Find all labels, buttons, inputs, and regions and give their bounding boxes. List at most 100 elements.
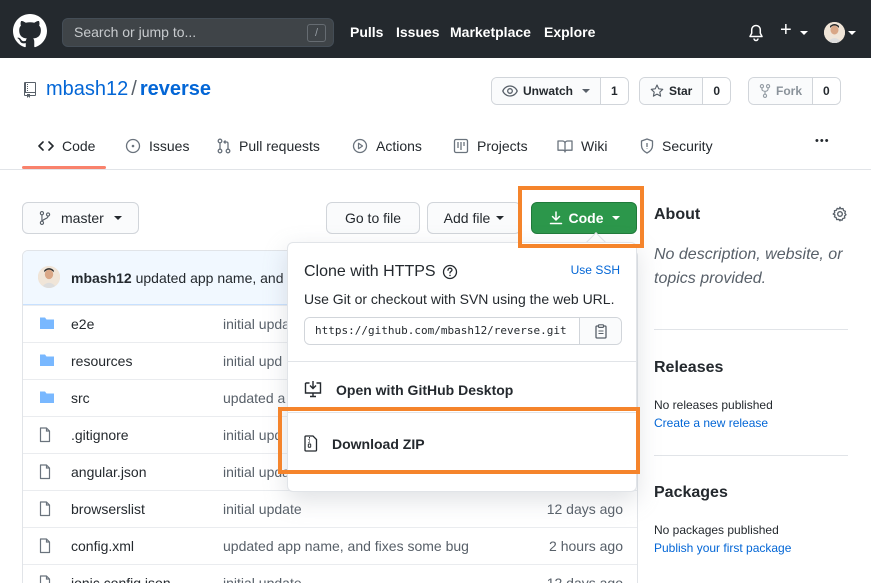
clone-url-value[interactable]: https://github.com/mbash12/reverse.git: [305, 318, 579, 344]
avatar-image: [38, 266, 60, 288]
new-caret-icon[interactable]: [800, 31, 808, 35]
file-name[interactable]: ionic.config.json: [71, 575, 171, 583]
file-name[interactable]: browserslist: [71, 501, 145, 517]
repo-name-link[interactable]: reverse: [140, 78, 211, 100]
star-button[interactable]: Star: [640, 78, 704, 104]
nav-pulls[interactable]: Pulls: [350, 24, 383, 40]
question-icon[interactable]: [442, 264, 458, 280]
folder-icon-wrap: [39, 353, 55, 370]
pull-request-icon: [217, 138, 231, 154]
tab-projects-label: Projects: [477, 138, 528, 154]
code-icon: [38, 141, 54, 151]
file-name[interactable]: .gitignore: [71, 427, 129, 443]
file-icon-wrap: [39, 575, 51, 583]
branch-icon: [39, 211, 51, 225]
file-commit-message[interactable]: initial update: [223, 575, 302, 583]
bell-icon[interactable]: [748, 24, 764, 42]
tab-actions-label: Actions: [376, 138, 422, 154]
gear-icon[interactable]: [832, 206, 848, 222]
tab-code[interactable]: Code: [38, 136, 95, 156]
file-commit-message[interactable]: initial update: [223, 501, 302, 517]
fork-count[interactable]: 0: [813, 78, 840, 104]
star-count[interactable]: 0: [703, 78, 731, 104]
watch-button[interactable]: Unwatch: [492, 78, 602, 104]
github-logo-icon[interactable]: [13, 14, 47, 48]
use-ssh-link[interactable]: Use SSH: [571, 263, 620, 277]
tab-issues[interactable]: Issues: [125, 136, 189, 156]
add-file-label: Add file: [443, 210, 491, 226]
user-avatar[interactable]: [824, 22, 845, 43]
tab-wiki[interactable]: Wiki: [557, 136, 607, 156]
dropdown-divider: [288, 361, 636, 362]
copy-url-button[interactable]: [579, 318, 621, 344]
star-icon: [650, 84, 664, 97]
file-commit-message[interactable]: initial upd: [223, 353, 282, 369]
releases-heading[interactable]: Releases: [654, 359, 723, 377]
tab-pull-requests[interactable]: Pull requests: [217, 136, 320, 156]
clone-title-text: Clone with HTTPS: [304, 263, 436, 280]
tab-security-label: Security: [662, 138, 713, 154]
play-icon: [352, 138, 368, 154]
watch-count[interactable]: 1: [601, 78, 628, 104]
file-name[interactable]: src: [71, 390, 90, 406]
file-row[interactable]: ionic.config.json initial update 12 days a…: [23, 564, 637, 583]
avatar-image: [824, 22, 845, 43]
tab-wiki-label: Wiki: [581, 138, 608, 154]
file-row[interactable]: browserslist initial update 12 days ago: [23, 490, 637, 527]
tab-projects[interactable]: Projects: [453, 136, 528, 156]
publish-package-link[interactable]: Publish your first package: [654, 541, 791, 555]
clone-url-field[interactable]: https://github.com/mbash12/reverse.git: [304, 317, 622, 345]
file-age: 12 days ago: [546, 501, 623, 517]
file-commit-message[interactable]: updated app name, and fixes some bug: [223, 538, 469, 554]
tab-code-label: Code: [62, 138, 96, 154]
tab-actions[interactable]: Actions: [352, 136, 422, 156]
commit-message[interactable]: updated app name, and f: [136, 270, 292, 286]
file-commit-message[interactable]: initial upda: [223, 316, 290, 332]
star-button-group: Star 0: [639, 77, 732, 105]
file-icon-wrap: [39, 501, 51, 520]
file-commit-message[interactable]: updated a: [223, 390, 285, 406]
more-tabs-icon[interactable]: •••: [815, 131, 830, 151]
eye-icon: [502, 85, 518, 97]
watch-caret-icon: [582, 89, 591, 93]
active-tab-indicator: [22, 166, 106, 169]
code-button-highlight: [518, 186, 644, 248]
go-to-file-button[interactable]: Go to file: [326, 202, 420, 234]
commit-author-avatar[interactable]: [38, 266, 60, 288]
project-board-icon: [453, 138, 469, 154]
commit-author[interactable]: mbash12: [71, 270, 132, 286]
go-to-file-label: Go to file: [344, 210, 402, 226]
file-name[interactable]: config.xml: [71, 538, 134, 554]
nav-issues[interactable]: Issues: [396, 24, 440, 40]
tab-issues-label: Issues: [149, 138, 190, 154]
branch-select-button[interactable]: master: [22, 202, 139, 234]
file-row[interactable]: config.xml updated app name, and fixes so…: [23, 527, 637, 564]
no-packages-text: No packages published: [654, 523, 779, 537]
search-shortcut-key: /: [307, 24, 326, 42]
file-icon: [39, 538, 51, 554]
repo-owner-link[interactable]: mbash12: [46, 78, 128, 100]
file-name[interactable]: angular.json: [71, 464, 147, 480]
search-input[interactable]: Search or jump to... /: [62, 18, 334, 47]
clipboard-icon: [594, 323, 607, 339]
add-file-button[interactable]: Add file: [427, 202, 521, 234]
file-commit-message[interactable]: initial upd: [223, 427, 282, 443]
user-caret-icon[interactable]: [848, 31, 856, 35]
file-icon-wrap: [39, 538, 51, 557]
folder-icon: [40, 391, 54, 403]
open-github-desktop-item[interactable]: Open with GitHub Desktop: [304, 381, 513, 398]
packages-heading[interactable]: Packages: [654, 484, 728, 502]
nav-marketplace[interactable]: Marketplace: [450, 24, 531, 40]
fork-icon: [759, 84, 771, 98]
repo-icon: [24, 82, 36, 98]
file-name[interactable]: e2e: [71, 316, 94, 332]
nav-explore[interactable]: Explore: [544, 24, 595, 40]
file-name[interactable]: resources: [71, 353, 132, 369]
repo-separator: /: [131, 78, 137, 100]
file-icon: [39, 427, 51, 443]
star-label: Star: [669, 84, 693, 98]
new-plus-icon[interactable]: +: [780, 19, 792, 42]
fork-button[interactable]: Fork: [749, 78, 814, 104]
tab-security[interactable]: Security: [640, 136, 713, 156]
create-release-link[interactable]: Create a new release: [654, 416, 768, 430]
